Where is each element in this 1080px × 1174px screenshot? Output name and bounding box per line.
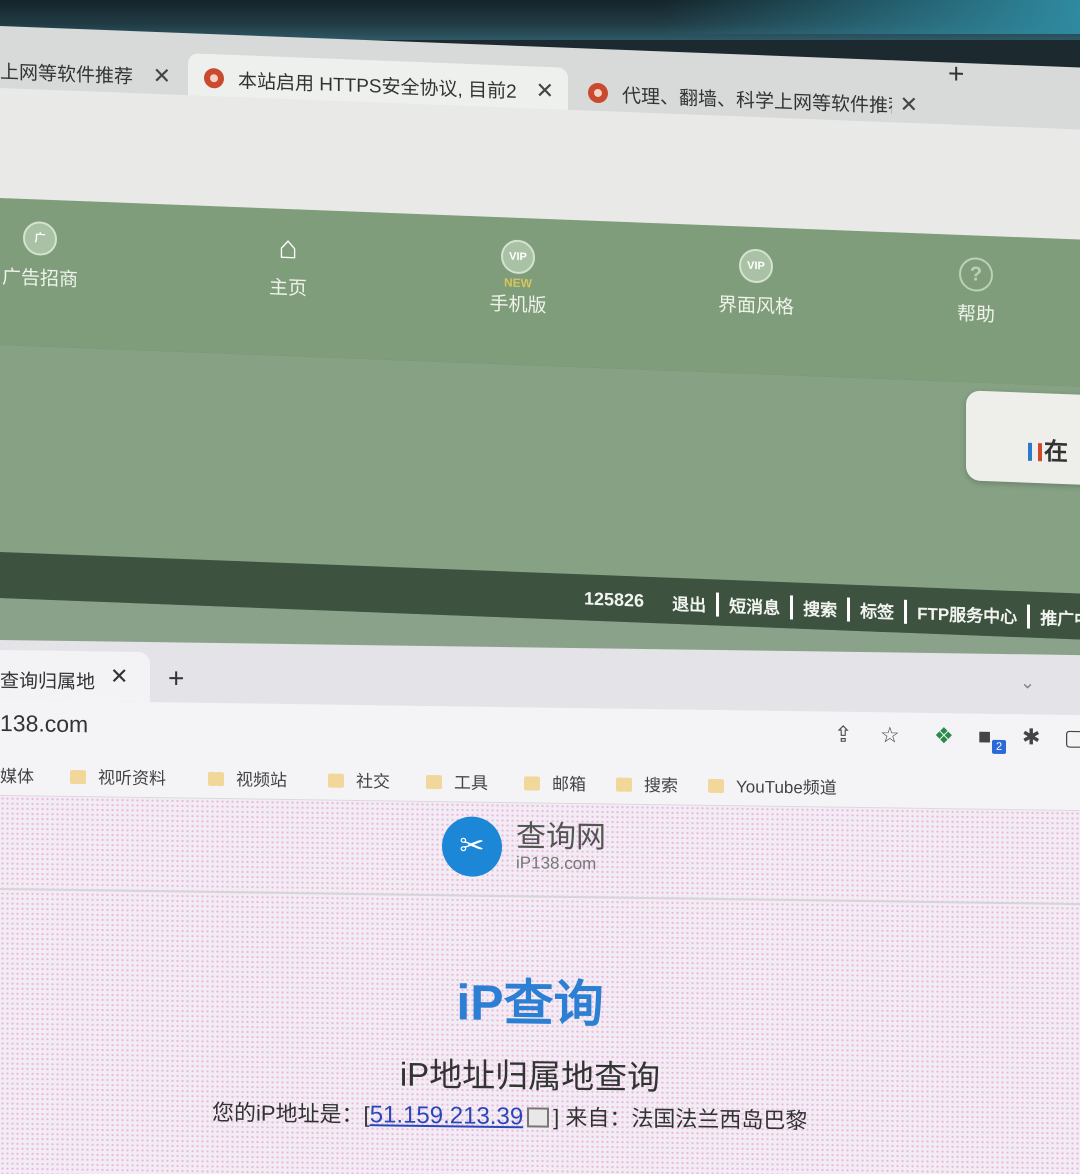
ip-result: 您的iP地址是：[51.159.213.39 ] 来自：法国法兰西岛巴黎	[212, 1095, 807, 1135]
nav-item-home[interactable]: ⌂ 主页	[218, 228, 358, 302]
tab-ip-lookup[interactable]: 查询归属地 ✕	[0, 650, 150, 703]
page-title: iP查询	[456, 974, 604, 1033]
logo-name: 查询网	[516, 820, 606, 855]
folder-icon	[328, 773, 344, 788]
puzzle-icon[interactable]: ✱	[1022, 724, 1040, 750]
folder-icon	[616, 777, 632, 792]
tab-title: 查询归属地	[0, 671, 96, 694]
close-icon[interactable]: ✕	[536, 78, 554, 105]
folder-icon	[524, 776, 540, 791]
ad-icon: 广	[23, 220, 57, 257]
search-link[interactable]: 搜索	[803, 595, 837, 621]
vip-icon: VIP	[739, 248, 773, 284]
home-icon: ⌂	[278, 228, 298, 266]
nav-item-theme[interactable]: VIP 界面风格	[686, 246, 826, 320]
bookmark-label: YouTube频道	[736, 777, 837, 798]
tools-icon: ✂	[442, 816, 502, 878]
ip-address-link[interactable]: 51.159.213.39	[370, 1101, 523, 1130]
bookmark-video[interactable]: 视频站	[208, 765, 287, 791]
logo-text: 查询网 iP138.com	[516, 820, 606, 874]
tab-title: 代理、翻墙、科学上网等软件推荐	[622, 85, 892, 118]
online-stats-box[interactable]: 在	[966, 390, 1080, 486]
bookmark-media[interactable]: 媒体	[0, 762, 34, 787]
bookmark-label: 邮箱	[552, 774, 586, 795]
sidebar-icon[interactable]: ▢	[1064, 725, 1080, 751]
share-icon[interactable]: ⇪	[834, 722, 852, 748]
separator	[1027, 603, 1031, 629]
separator	[716, 592, 720, 617]
nav-label: 帮助	[956, 303, 995, 327]
folder-icon	[426, 774, 442, 790]
new-tab-button[interactable]: +	[948, 58, 964, 91]
close-icon[interactable]: ✕	[900, 92, 918, 119]
divider	[0, 888, 1080, 906]
vip-icon: VIP	[501, 239, 535, 275]
ftp-center-link[interactable]: FTP服务中心	[917, 599, 1017, 628]
messages-link[interactable]: 短消息	[729, 592, 780, 619]
bookmark-search[interactable]: 搜索	[616, 771, 678, 797]
site-favicon-icon	[204, 67, 224, 89]
page-subtitle: iP地址归属地查询	[399, 1055, 661, 1097]
separator	[847, 597, 851, 622]
tab-title: 上网等软件推荐	[0, 61, 134, 88]
site-favicon-icon	[588, 82, 608, 104]
bookmark-label: 社交	[356, 771, 390, 792]
nav-item-mobile[interactable]: VIP NEW 手机版	[448, 237, 588, 319]
logo-domain: iP138.com	[516, 853, 597, 874]
close-icon[interactable]: ✕	[153, 63, 171, 90]
nav-label: 界面风格	[717, 294, 794, 319]
bookmark-av[interactable]: 视听资料	[70, 763, 166, 789]
nav-item-ads[interactable]: 广 广告招商	[0, 219, 110, 293]
separator	[790, 594, 794, 619]
folder-icon	[70, 769, 86, 785]
nav-label: 手机版	[489, 293, 547, 317]
ip138-page: ✂ 查询网 iP138.com iP查询 iP地址归属地查询 您的iP地址是：[…	[0, 796, 1080, 1174]
nav-label: 主页	[268, 277, 307, 300]
online-label: 在	[1044, 438, 1068, 467]
ip-location: ] 来自：法国法兰西岛巴黎	[553, 1104, 808, 1134]
user-number: 125826	[584, 588, 645, 611]
help-icon: ?	[959, 256, 993, 293]
chevron-down-icon[interactable]: ⌄	[1020, 672, 1035, 693]
new-badge: NEW	[504, 275, 532, 291]
bezel-glow	[660, 0, 1080, 34]
bookmark-social[interactable]: 社交	[328, 767, 390, 793]
site-logo[interactable]: ✂ 查询网 iP138.com	[442, 816, 606, 878]
tags-link[interactable]: 标签	[860, 597, 894, 623]
url-field[interactable]: 138.com	[0, 710, 88, 738]
ip-prefix: 您的iP地址是：[	[212, 1099, 370, 1128]
stats-icon	[1028, 442, 1042, 462]
extension-icon[interactable]: ❖	[934, 723, 954, 749]
extension-box-icon[interactable]: ■	[978, 724, 991, 750]
close-icon[interactable]: ✕	[110, 664, 128, 690]
star-icon[interactable]: ☆	[880, 722, 900, 748]
bookmark-label: 视听资料	[98, 768, 166, 789]
folder-icon	[208, 771, 224, 787]
folder-icon	[708, 778, 724, 794]
bookmark-tools[interactable]: 工具	[426, 768, 488, 794]
separator	[904, 599, 908, 624]
broken-image-icon	[527, 1107, 550, 1128]
logout-link[interactable]: 退出	[672, 590, 706, 616]
bookmark-mail[interactable]: 邮箱	[524, 769, 586, 795]
bookmark-label: 媒体	[0, 767, 34, 787]
tab-title: 本站启用 HTTPS安全协议, 目前2	[238, 70, 517, 103]
window2: 查询归属地 ✕ + ⌄ 138.com ⇪ ☆ ❖ ■ 2 ✱ ▢ 媒体 视听资…	[0, 640, 1080, 1174]
extension-badge: 2	[992, 739, 1006, 755]
bookmark-label: 搜索	[644, 775, 678, 796]
bookmark-youtube[interactable]: YouTube频道	[708, 772, 837, 799]
nav-item-help[interactable]: ? 帮助	[906, 255, 1046, 329]
nav-label: 广告招商	[1, 267, 78, 291]
new-tab-button[interactable]: +	[168, 662, 184, 694]
bookmark-label: 视频站	[236, 770, 287, 791]
promotion-link[interactable]: 推广中	[1040, 604, 1080, 631]
bookmark-label: 工具	[454, 773, 488, 793]
